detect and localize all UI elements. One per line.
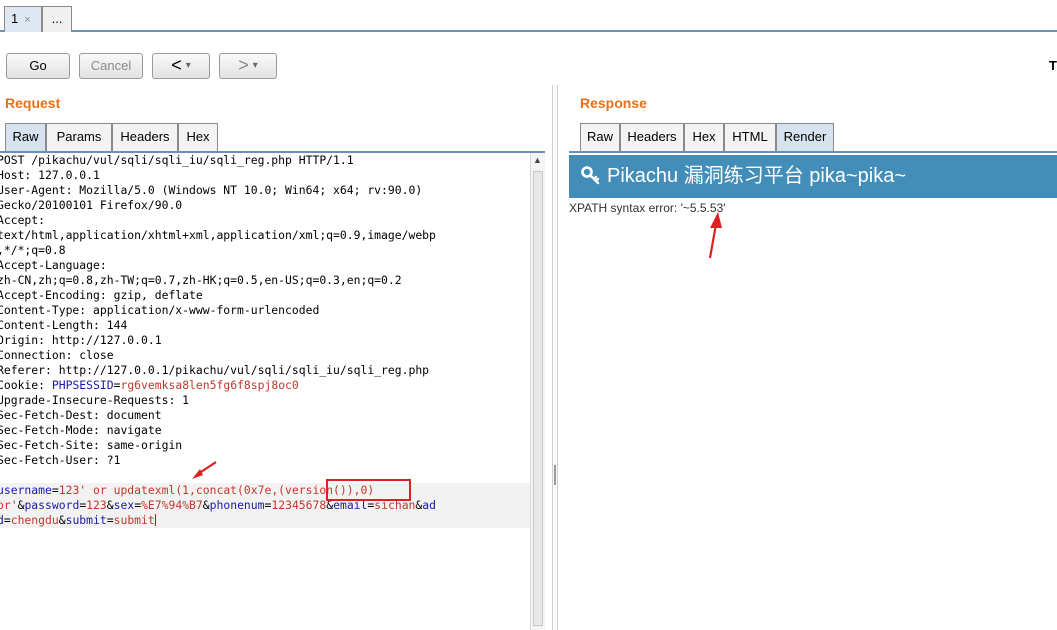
param-name: ad (422, 498, 436, 512)
tab-headers[interactable]: Headers (112, 123, 178, 151)
request-line: Upgrade-Insecure-Requests: 1 (0, 393, 190, 407)
request-line (0, 468, 530, 483)
chevron-left-icon: < (171, 55, 182, 75)
response-title: Response (580, 95, 647, 111)
new-tab-button[interactable]: ... (42, 6, 72, 32)
tab-html[interactable]: HTML (724, 123, 776, 151)
tab-render[interactable]: Render (776, 123, 834, 151)
request-line: Referer: http://127.0.0.1/pikachu/vul/sq… (0, 363, 430, 377)
param-eq: = (106, 513, 114, 527)
request-line: Accept-Language: (0, 258, 107, 272)
text-caret (154, 514, 156, 526)
cookie-prefix: Cookie: (0, 378, 52, 392)
request-line: Accept-Encoding: gzip, deflate (0, 288, 203, 302)
chevron-right-icon: > (238, 55, 249, 75)
splitter-grip[interactable] (554, 465, 556, 485)
param-sep: & (202, 498, 210, 512)
scrollbar-thumb[interactable] (533, 171, 543, 626)
request-title: Request (5, 95, 61, 111)
param-sep: & (106, 498, 114, 512)
key-icon (581, 166, 600, 185)
param-value: submit (113, 513, 155, 527)
param-name: password (24, 498, 80, 512)
site-banner: Pikachu 漏洞练习平台 pika~pika~ (569, 155, 1057, 198)
param-value: or' (0, 498, 18, 512)
banner-text: Pikachu 漏洞练习平台 pika~pika~ (607, 165, 907, 187)
request-scrollbar[interactable]: ▲ (530, 153, 545, 630)
request-line: Origin: http://127.0.0.1 (0, 333, 162, 347)
param-sep: & (58, 513, 66, 527)
dropdown-icon[interactable]: ▾ (253, 60, 258, 71)
request-line: Sec-Fetch-Dest: document (0, 408, 162, 422)
param-eq: = (3, 513, 11, 527)
back-button[interactable]: < ▾ (152, 53, 210, 79)
request-line: Gecko/20100101 Firefox/90.0 (0, 198, 183, 212)
close-icon[interactable]: × (24, 14, 30, 26)
body-line: d=chengdu&submit=submit (0, 513, 530, 528)
forward-button[interactable]: > ▾ (219, 53, 277, 79)
pane-splitter[interactable] (552, 85, 558, 630)
request-line: POST /pikachu/vul/sqli/sqli_iu/sqli_reg.… (0, 153, 354, 167)
tab-raw[interactable]: Raw (580, 123, 620, 151)
annotation-highlight-box (326, 479, 411, 501)
tab-label: 1 (11, 11, 19, 26)
target-label[interactable]: T (1049, 58, 1057, 73)
param-name: submit (65, 513, 107, 527)
request-line: ,*/*;q=0.8 (0, 243, 66, 257)
body-line: username=123' or updatexml(1,concat(0x7e… (0, 483, 530, 498)
request-editor[interactable]: POST /pikachu/vul/sqli/sqli_iu/sqli_reg.… (0, 153, 530, 630)
request-line: Connection: close (0, 348, 114, 362)
tab-hex[interactable]: Hex (178, 123, 218, 151)
dropdown-icon[interactable]: ▾ (186, 60, 191, 71)
param-value: chengdu (10, 513, 59, 527)
param-eq: = (51, 483, 59, 497)
annotation-arrow-icon (192, 461, 217, 479)
tab-raw[interactable]: Raw (5, 123, 46, 151)
cookie-name: PHPSESSID (51, 378, 114, 392)
param-name: phonenum (209, 498, 265, 512)
message-tab-strip: 1 × ... (0, 0, 1057, 32)
go-button[interactable]: Go (6, 53, 70, 79)
request-line: Sec-Fetch-User: ?1 (0, 453, 121, 467)
param-name: username (0, 483, 52, 497)
param-name: sex (113, 498, 135, 512)
param-value: 123 (86, 498, 107, 512)
annotation-arrow-icon (708, 212, 722, 259)
cookie-value: rg6vemksa8len5fg6f8spj8oc0 (120, 378, 299, 392)
request-line: Host: 127.0.0.1 (0, 168, 100, 182)
request-line: text/html,application/xhtml+xml,applicat… (0, 228, 436, 242)
message-tab-1[interactable]: 1 × (4, 6, 42, 32)
cookie-line: Cookie: PHPSESSID=rg6vemksa8len5fg6f8spj… (0, 378, 530, 393)
body-line: or'&password=123&sex=%E7%94%B7&phonenum=… (0, 498, 530, 513)
request-line: Sec-Fetch-Site: same-origin (0, 438, 183, 452)
cancel-button[interactable]: Cancel (79, 53, 143, 79)
tab-params[interactable]: Params (46, 123, 112, 151)
request-line: User-Agent: Mozilla/5.0 (Windows NT 10.0… (0, 183, 423, 197)
scroll-up-icon[interactable]: ▲ (533, 155, 542, 165)
param-value: %E7%94%B7 (141, 498, 203, 512)
toolbar: Go Cancel < ▾ > ▾ T (0, 32, 1057, 88)
request-line: zh-CN,zh;q=0.8,zh-TW;q=0.7,zh-HK;q=0.5,e… (0, 273, 402, 287)
render-view: Pikachu 漏洞练习平台 pika~pika~ XPATH syntax e… (569, 153, 1057, 630)
request-line: Content-Type: application/x-www-form-url… (0, 303, 320, 317)
tab-headers[interactable]: Headers (620, 123, 684, 151)
param-value: 12345678 (271, 498, 327, 512)
request-line: Sec-Fetch-Mode: navigate (0, 423, 162, 437)
request-line: Accept: (0, 213, 46, 227)
tab-hex[interactable]: Hex (684, 123, 724, 151)
request-line: Content-Length: 144 (0, 318, 128, 332)
